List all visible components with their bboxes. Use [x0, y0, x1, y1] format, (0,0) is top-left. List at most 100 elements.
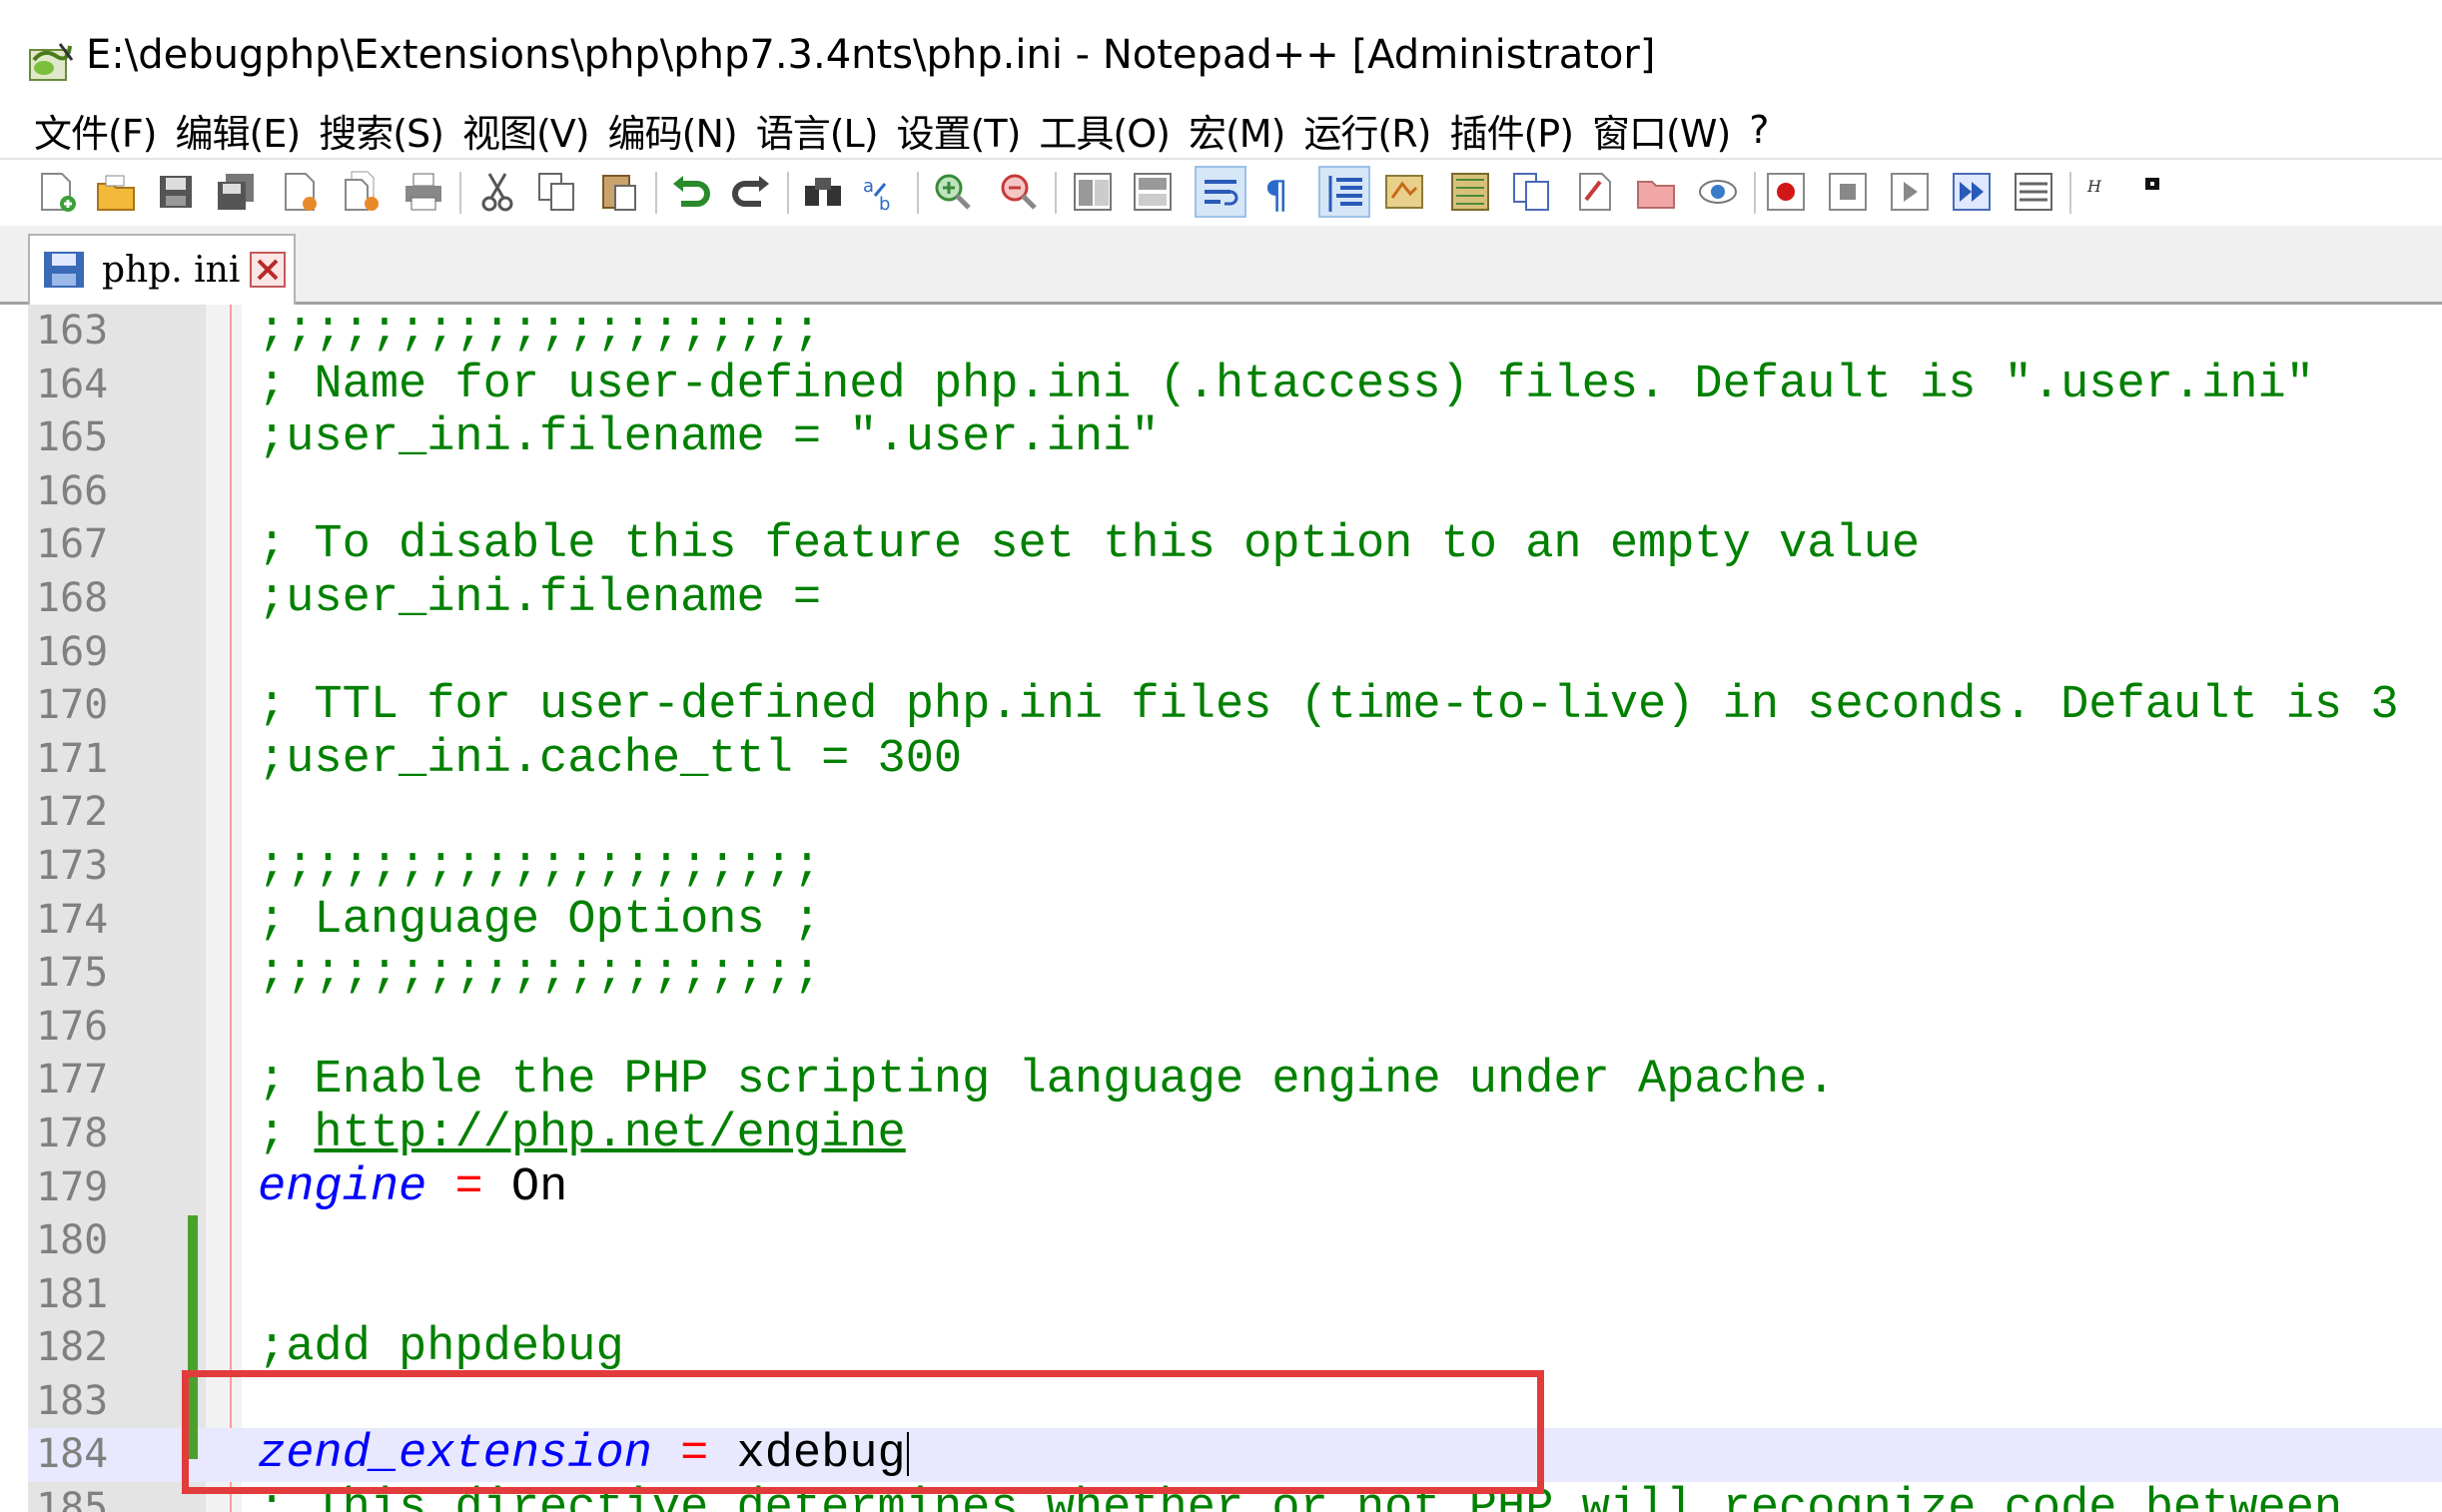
word-wrap-button[interactable]: [1195, 166, 1246, 218]
code-line[interactable]: 179 engine = On: [28, 1161, 2442, 1215]
code-line[interactable]: 177 ; Enable the PHP scripting language e…: [28, 1054, 2442, 1108]
code-line[interactable]: 169: [28, 626, 2442, 680]
menu-macro[interactable]: 宏(M): [1189, 103, 1285, 158]
code-line[interactable]: 176: [28, 1001, 2442, 1055]
record-macro-icon: [1767, 173, 1805, 211]
token-comment: ;;;;;;;;;;;;;;;;;;;;: [258, 947, 822, 1001]
sync-horizontal-button[interactable]: [1127, 166, 1179, 218]
menu-file[interactable]: 文件(F): [34, 103, 158, 158]
folder-workspace-button[interactable]: [1568, 166, 1620, 218]
menu-encoding[interactable]: 编码(N): [608, 103, 738, 158]
code-line[interactable]: 166: [28, 465, 2442, 519]
line-text: zend_extension = xdebug: [258, 1428, 909, 1482]
token-link[interactable]: http://php.net/engine: [314, 1108, 905, 1160]
indent-guide-button[interactable]: [1318, 166, 1370, 218]
play-macro-button[interactable]: [1884, 166, 1936, 218]
code-line[interactable]: 182 ;add phpdebug: [28, 1321, 2442, 1375]
print-button[interactable]: [398, 166, 449, 218]
code-line[interactable]: 175;;;;;;;;;;;;;;;;;;;;: [28, 947, 2442, 1001]
code-line[interactable]: 185 ; This directive determines whether o…: [28, 1482, 2442, 1512]
run-macro-multiple-button[interactable]: [1946, 166, 1998, 218]
token-comment: ;user_ini.cache_ttl = 300: [258, 732, 963, 786]
code-line[interactable]: 178; http://php.net/engine: [28, 1108, 2442, 1161]
save-all-button[interactable]: [210, 166, 262, 218]
toolbar-separator: [787, 172, 789, 214]
show-all-chars-button[interactable]: ¶: [1254, 166, 1306, 218]
save-button[interactable]: [150, 166, 202, 218]
cut-icon: [481, 173, 513, 212]
find-button[interactable]: [797, 166, 849, 218]
zoom-out-button[interactable]: [993, 166, 1045, 218]
code-line[interactable]: 174 ; Language Options ;: [28, 894, 2442, 948]
menu-settings[interactable]: 设置(T): [897, 103, 1022, 158]
sync-vertical-button[interactable]: [1067, 166, 1119, 218]
code-line[interactable]: 181: [28, 1268, 2442, 1322]
line-number: 173: [36, 842, 109, 889]
code-line[interactable]: 164 ; Name for user-defined php.ini (.hta…: [28, 359, 2442, 412]
line-number: 179: [36, 1163, 109, 1210]
record-macro-button[interactable]: [1760, 166, 1812, 218]
menu-search[interactable]: 搜索(S): [319, 103, 444, 158]
indent-guide-icon: [1328, 176, 1362, 212]
monitoring-button[interactable]: [1692, 166, 1744, 218]
paste-button[interactable]: [593, 166, 645, 218]
svg-text:b: b: [879, 194, 890, 214]
line-text: ;;;;;;;;;;;;;;;;;;;;: [258, 840, 821, 894]
menu-tools[interactable]: 工具(O): [1039, 103, 1171, 158]
token-op: =: [454, 1160, 483, 1214]
close-icon[interactable]: [250, 252, 286, 288]
hex-toggle-button[interactable]: H: [2073, 166, 2125, 218]
replace-button[interactable]: ab: [857, 166, 909, 218]
code-line[interactable]: 180: [28, 1214, 2442, 1268]
close-button[interactable]: [274, 166, 326, 218]
tab-php-ini[interactable]: php. ini: [28, 234, 296, 305]
new-file-button[interactable]: [30, 166, 82, 218]
folder-workspace-icon: [1579, 173, 1611, 211]
line-number: 169: [36, 628, 109, 675]
text-caret: [906, 1432, 909, 1477]
menu-edit[interactable]: 编辑(E): [176, 103, 302, 158]
code-line[interactable]: 165 ;user_ini.filename = ".user.ini": [28, 411, 2442, 465]
code-line[interactable]: 163;;;;;;;;;;;;;;;;;;;;: [28, 305, 2442, 359]
menu-plugins[interactable]: 插件(P): [1449, 103, 1574, 158]
code-line[interactable]: 167 ; To disable this feature set this op…: [28, 518, 2442, 572]
menu-language[interactable]: 语言(L): [756, 103, 879, 158]
menu-help[interactable]: ?: [1749, 108, 1769, 152]
code-editor[interactable]: 163;;;;;;;;;;;;;;;;;;;; 164; Name for use…: [28, 305, 2442, 1512]
menu-bar: 文件(F) 编辑(E) 搜索(S) 视图(V) 编码(N) 语言(L) 设置(T…: [0, 100, 2442, 160]
svg-text:H: H: [2086, 177, 2102, 196]
menu-window[interactable]: 窗口(W): [1592, 103, 1731, 158]
folder-button[interactable]: [1630, 166, 1682, 218]
code-line[interactable]: 168 ;user_ini.filename =: [28, 572, 2442, 626]
cut-button[interactable]: [471, 166, 523, 218]
zoom-in-button[interactable]: [927, 166, 979, 218]
toolbar-separator: [655, 172, 657, 214]
line-number: 185: [36, 1485, 109, 1512]
terminal-button[interactable]: [2127, 166, 2179, 218]
code-lines: 163;;;;;;;;;;;;;;;;;;;; 164; Name for use…: [28, 305, 2442, 1512]
undo-button[interactable]: [665, 166, 717, 218]
code-line[interactable]: 172: [28, 786, 2442, 840]
function-list-button[interactable]: [1506, 166, 1558, 218]
copy-button[interactable]: [531, 166, 583, 218]
stop-macro-button[interactable]: [1822, 166, 1874, 218]
line-number: 184: [36, 1431, 109, 1478]
copy-icon: [538, 173, 574, 211]
open-file-button[interactable]: [90, 166, 142, 218]
redo-button[interactable]: [725, 166, 777, 218]
code-line[interactable]: 183: [28, 1375, 2442, 1429]
line-number: 183: [36, 1377, 109, 1424]
line-number: 165: [36, 414, 109, 461]
code-line[interactable]: 171 ;user_ini.cache_ttl = 300: [28, 733, 2442, 787]
menu-run[interactable]: 运行(R): [1303, 103, 1431, 158]
close-all-button[interactable]: [336, 166, 388, 218]
doc-map-button[interactable]: [1444, 166, 1496, 218]
menu-view[interactable]: 视图(V): [462, 103, 590, 158]
code-line[interactable]: 170 ; TTL for user-defined php.ini files …: [28, 679, 2442, 733]
code-line[interactable]: 184 zend_extension = xdebug: [28, 1428, 2442, 1483]
user-lang-button[interactable]: [1378, 166, 1430, 218]
token-comment: ;user_ini.filename = ".user.ini": [258, 411, 1160, 465]
save-macro-button[interactable]: [2008, 166, 2059, 218]
code-line[interactable]: 173;;;;;;;;;;;;;;;;;;;;: [28, 840, 2442, 894]
terminal-icon: [2145, 178, 2159, 190]
